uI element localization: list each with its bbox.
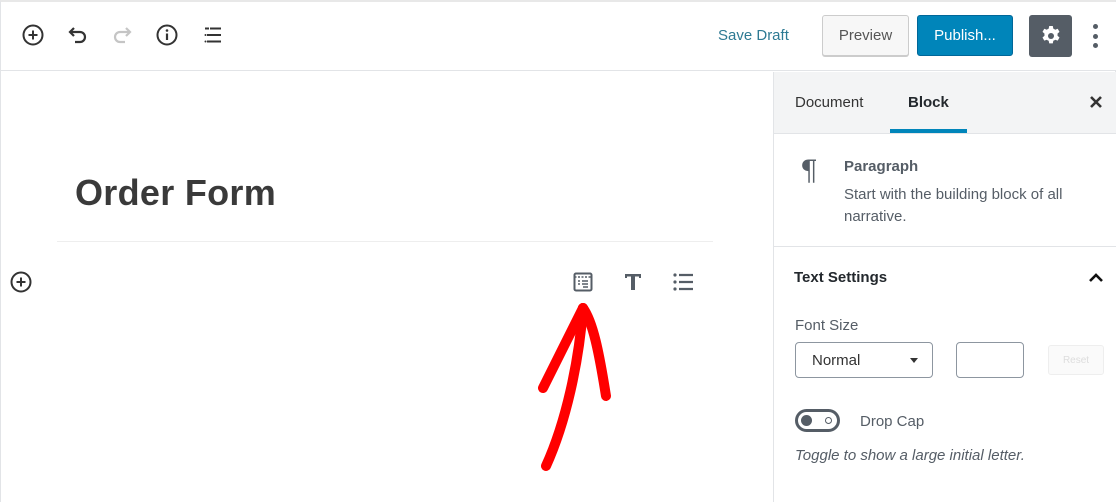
active-tab-indicator — [890, 129, 967, 133]
add-block-button[interactable] — [20, 22, 46, 48]
top-toolbar: Save Draft Preview Publish... — [1, 2, 1116, 71]
font-size-selected-value: Normal — [812, 352, 861, 369]
save-draft-link[interactable]: Save Draft — [718, 27, 789, 44]
undo-icon — [68, 27, 87, 44]
tab-document[interactable]: Document — [795, 94, 863, 111]
chevron-up-icon — [1089, 273, 1103, 282]
content-info-button[interactable] — [154, 22, 180, 48]
close-sidebar-button[interactable] — [1086, 92, 1106, 112]
list-block-icon — [673, 273, 693, 291]
drop-cap-toggle[interactable] — [795, 409, 840, 432]
custom-font-size-input[interactable] — [956, 342, 1024, 378]
settings-button[interactable] — [1029, 15, 1072, 57]
more-vertical-icon — [1092, 24, 1098, 29]
title-separator — [57, 241, 713, 242]
chevron-down-icon — [910, 358, 918, 363]
form-block-icon — [573, 272, 593, 292]
sidebar-tabs: Document Block — [774, 72, 1116, 134]
text-settings-panel-toggle[interactable]: Text Settings — [794, 269, 887, 286]
block-name: Paragraph — [844, 158, 919, 175]
block-navigation-icon — [204, 27, 221, 43]
close-icon — [1090, 96, 1102, 108]
add-block-icon — [10, 271, 32, 293]
info-icon — [156, 24, 178, 46]
font-size-select[interactable]: Normal — [795, 342, 933, 378]
undo-button[interactable] — [65, 22, 91, 48]
list-block-button[interactable] — [669, 268, 697, 296]
block-inserter-button[interactable] — [9, 270, 33, 294]
toggle-off-indicator-icon — [825, 417, 832, 424]
text-settings-collapse-button[interactable] — [1086, 268, 1106, 288]
settings-sidebar: Document Block ¶ Paragraph Start with th… — [773, 72, 1116, 502]
gear-icon — [1042, 26, 1059, 44]
drop-cap-label[interactable]: Drop Cap — [860, 413, 924, 430]
reset-font-size-button[interactable]: Reset — [1048, 345, 1104, 375]
red-arrow-annotation — [538, 303, 611, 471]
redo-icon — [113, 27, 132, 44]
publish-button[interactable]: Publish... — [917, 15, 1013, 56]
toggle-knob — [801, 415, 812, 426]
drop-cap-help-text: Toggle to show a large initial letter. — [795, 447, 1025, 464]
preview-button[interactable]: Preview — [822, 15, 909, 56]
redo-button[interactable] — [109, 22, 135, 48]
editor-window: Save Draft Preview Publish... Order Form — [0, 0, 1116, 502]
paragraph-icon: ¶ — [800, 154, 818, 187]
block-card: ¶ Paragraph Start with the building bloc… — [774, 134, 1116, 247]
post-title[interactable]: Order Form — [75, 172, 276, 214]
editor-canvas: Order Form — [1, 72, 773, 502]
font-size-label: Font Size — [795, 317, 859, 334]
block-description: Start with the building block of all nar… — [844, 186, 1063, 225]
heading-block-icon — [625, 274, 641, 290]
tab-block[interactable]: Block — [908, 94, 949, 111]
add-block-icon — [22, 24, 44, 46]
more-menu-button[interactable] — [1087, 22, 1103, 50]
block-navigation-button[interactable] — [200, 22, 226, 48]
